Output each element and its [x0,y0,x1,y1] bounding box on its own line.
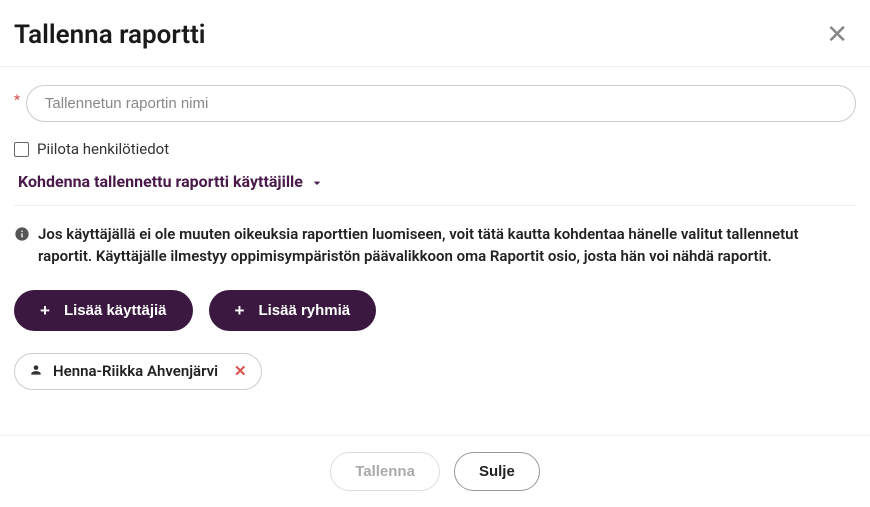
user-chip: Henna-Riikka Ahvenjärvi ✕ [14,353,262,390]
hide-personal-label: Piilota henkilötiedot [37,140,169,158]
modal-footer: Tallenna Sulje [0,435,870,507]
info-icon [14,226,30,242]
info-row: Jos käyttäjällä ei ole muuten oikeuksia … [14,224,856,268]
plus-icon: + [235,302,245,319]
add-users-label: Lisää käyttäjiä [64,302,167,319]
add-users-button[interactable]: + Lisää käyttäjiä [14,290,193,331]
target-users-label: Kohdenna tallennettu raportti käyttäjill… [18,172,303,191]
add-groups-label: Lisää ryhmiä [258,302,350,319]
divider [14,205,856,206]
close-button[interactable]: Sulje [454,452,540,491]
add-groups-button[interactable]: + Lisää ryhmiä [209,290,377,331]
info-text: Jos käyttäjällä ei ole muuten oikeuksia … [38,224,856,268]
remove-user-icon[interactable]: ✕ [234,362,247,380]
modal-header: Tallenna raportti ✕ [0,0,870,67]
person-icon [29,362,43,381]
add-buttons-row: + Lisää käyttäjiä + Lisää ryhmiä [14,290,856,331]
target-users-toggle[interactable]: Kohdenna tallennettu raportti käyttäjill… [14,172,856,191]
hide-personal-checkbox[interactable] [14,142,29,157]
name-input-row: * [14,85,856,122]
save-button[interactable]: Tallenna [330,452,440,491]
plus-icon: + [40,302,50,319]
report-name-input[interactable] [26,85,856,122]
close-icon[interactable]: ✕ [818,20,856,50]
modal-title: Tallenna raportti [14,20,206,50]
hide-personal-row: Piilota henkilötiedot [14,140,856,158]
chevron-down-icon [309,172,325,191]
required-marker: * [14,93,20,108]
modal-body: * Piilota henkilötiedot Kohdenna tallenn… [0,67,870,435]
save-report-modal: Tallenna raportti ✕ * Piilota henkilötie… [0,0,870,507]
user-chip-label: Henna-Riikka Ahvenjärvi [53,362,218,380]
